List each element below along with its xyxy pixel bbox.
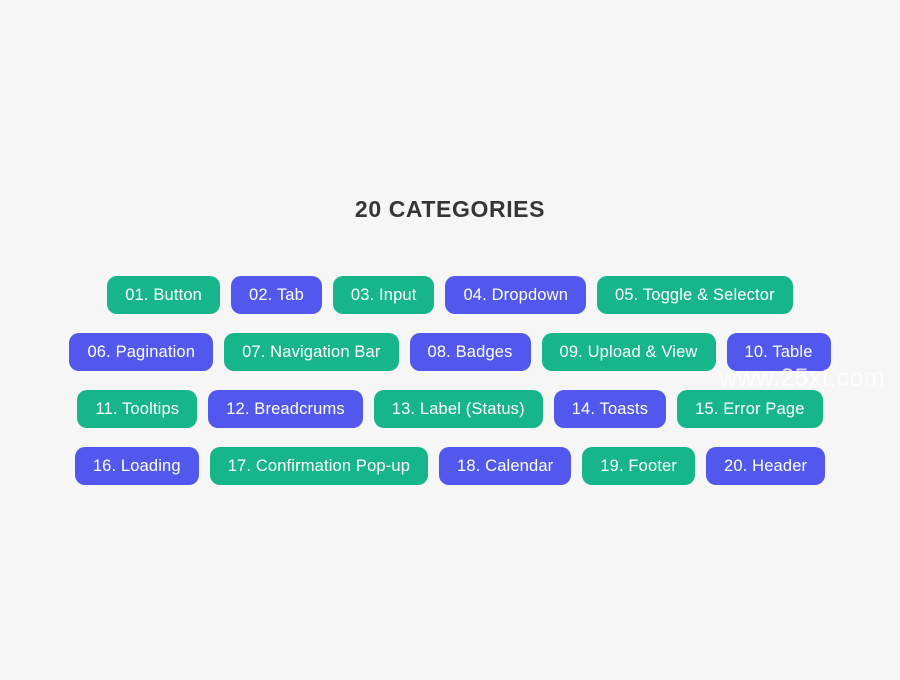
category-tag[interactable]: 02. Tab — [231, 276, 322, 314]
category-tag[interactable]: 09. Upload & View — [541, 333, 716, 371]
category-tag[interactable]: 19. Footer — [582, 447, 696, 485]
category-tag[interactable]: 10. Table — [726, 333, 831, 371]
category-tag[interactable]: 01. Button — [107, 276, 221, 314]
category-tag[interactable]: 07. Navigation Bar — [224, 333, 399, 371]
category-tag[interactable]: 11. Tooltips — [77, 390, 198, 428]
category-overview-canvas: 20 CATEGORIES 01. Button 02. Tab 03. Input… — [0, 0, 900, 680]
category-tag-row: 11. Tooltips 12. Breadcrums 13. Label (Sta… — [0, 390, 900, 428]
category-tag[interactable]: 03. Input — [332, 276, 435, 314]
category-tag[interactable]: 18. Calendar — [439, 447, 572, 485]
category-tag[interactable]: 16. Loading — [74, 447, 199, 485]
category-tag-row: 01. Button 02. Tab 03. Input 04. Dropdown 05… — [0, 276, 900, 314]
page-title: 20 CATEGORIES — [354, 196, 546, 222]
category-tag-row: 16. Loading 17. Confirmation Pop-up 18. Ca… — [0, 447, 900, 485]
category-tag[interactable]: 12. Breadcrums — [208, 390, 363, 428]
category-tag[interactable]: 06. Pagination — [69, 333, 214, 371]
category-tag[interactable]: 05. Toggle & Selector — [597, 276, 793, 314]
category-tag[interactable]: 04. Dropdown — [445, 276, 587, 314]
category-tag[interactable]: 13. Label (Status) — [373, 390, 543, 428]
category-tag[interactable]: 15. Error Page — [677, 390, 823, 428]
category-tag-grid: 01. Button 02. Tab 03. Input 04. Dropdown 05… — [0, 276, 900, 504]
category-tag[interactable]: 08. Badges — [409, 333, 531, 371]
category-tag[interactable]: 20. Header — [706, 447, 826, 485]
category-tag[interactable]: 14. Toasts — [553, 390, 667, 428]
category-tag[interactable]: 17. Confirmation Pop-up — [209, 447, 429, 485]
category-tag-row: 06. Pagination 07. Navigation Bar 08. Badg… — [0, 333, 900, 371]
